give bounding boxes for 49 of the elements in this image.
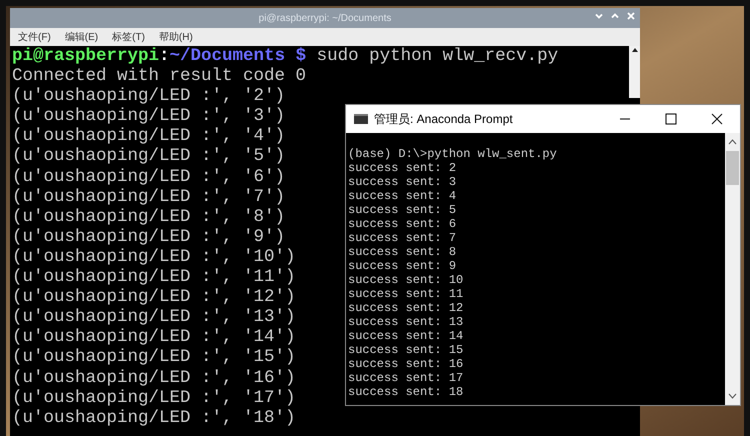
console-line: success sent: 12: [348, 301, 464, 315]
terminal-line: (u'oushaoping/LED :', '6'): [12, 166, 286, 187]
terminal-line: (u'oushaoping/LED :', '9'): [12, 226, 286, 247]
console-line: success sent: 5: [348, 203, 456, 217]
terminal-line: (u'oushaoping/LED :', '13'): [12, 307, 296, 328]
terminal-line: (u'oushaoping/LED :', '2'): [12, 86, 286, 106]
console-line: success sent: 18: [348, 385, 464, 399]
console-line: success sent: 8: [348, 245, 456, 259]
console-line: success sent: 9: [348, 259, 456, 273]
terminal-line: (u'oushaoping/LED :', '12'): [12, 287, 296, 308]
console-line: success sent: 4: [348, 189, 456, 203]
console-line: success sent: 6: [348, 217, 456, 231]
console-line: success sent: 17: [348, 371, 464, 385]
terminal-line: (u'oushaoping/LED :', '15'): [12, 347, 296, 368]
terminal-line: (u'oushaoping/LED :', '11'): [12, 267, 296, 288]
close-icon[interactable]: [711, 113, 723, 125]
menu-item[interactable]: 编辑(E): [64, 30, 98, 44]
terminal-line: (u'oushaoping/LED :', '3'): [12, 106, 286, 126]
console-line: success sent: 11: [348, 287, 464, 301]
menu-item[interactable]: 文件(F): [18, 30, 51, 44]
menu-item[interactable]: 帮助(H): [158, 30, 193, 44]
console-icon: [354, 114, 368, 124]
console-line: success sent: 14: [348, 329, 464, 343]
terminal-line: Connected with result code 0: [12, 66, 306, 86]
window-title: 管理员: Anaconda Prompt: [374, 111, 513, 128]
console-line: success sent: 2: [348, 161, 456, 175]
terminal-line: pi@raspberrypi:~/Documents $ sudo python wlw_recv.py: [12, 46, 558, 66]
scroll-down-icon[interactable]: [728, 393, 737, 399]
terminal-line: (u'oushaoping/LED :', '8'): [12, 206, 286, 227]
terminal-line: (u'oushaoping/LED :', '4'): [12, 126, 286, 146]
scroll-up-icon[interactable]: [728, 139, 737, 145]
scrollbar-thumb[interactable]: [726, 151, 739, 185]
console-line: success sent: 15: [348, 343, 464, 357]
console-line: success sent: 3: [348, 175, 456, 189]
terminal-line: (u'oushaoping/LED :', '10'): [12, 246, 296, 268]
terminal-line: (u'oushaoping/LED :', '17'): [12, 388, 296, 408]
terminal-line: (u'oushaoping/LED :', '16'): [12, 368, 296, 388]
console-line: success sent: 16: [348, 357, 464, 371]
console-line: success sent: 7: [348, 231, 456, 245]
menu-item[interactable]: 标签(T): [112, 30, 145, 44]
maximize-icon[interactable]: [665, 113, 677, 125]
terminal-line: (u'oushaoping/LED :', '5'): [12, 146, 286, 167]
terminal-line: (u'oushaoping/LED :', '7'): [12, 186, 286, 207]
console-line: success sent: 13: [348, 315, 464, 329]
console-line: (base) D:\>python wlw_sent.py: [348, 147, 557, 161]
terminal-line: (u'oushaoping/LED :', '18'): [12, 408, 296, 428]
window-title: pi@raspberrypi: ~/Documents: [258, 12, 392, 26]
terminal-line: (u'oushaoping/LED :', '14'): [12, 327, 296, 348]
console-line: success sent: 10: [348, 273, 464, 287]
